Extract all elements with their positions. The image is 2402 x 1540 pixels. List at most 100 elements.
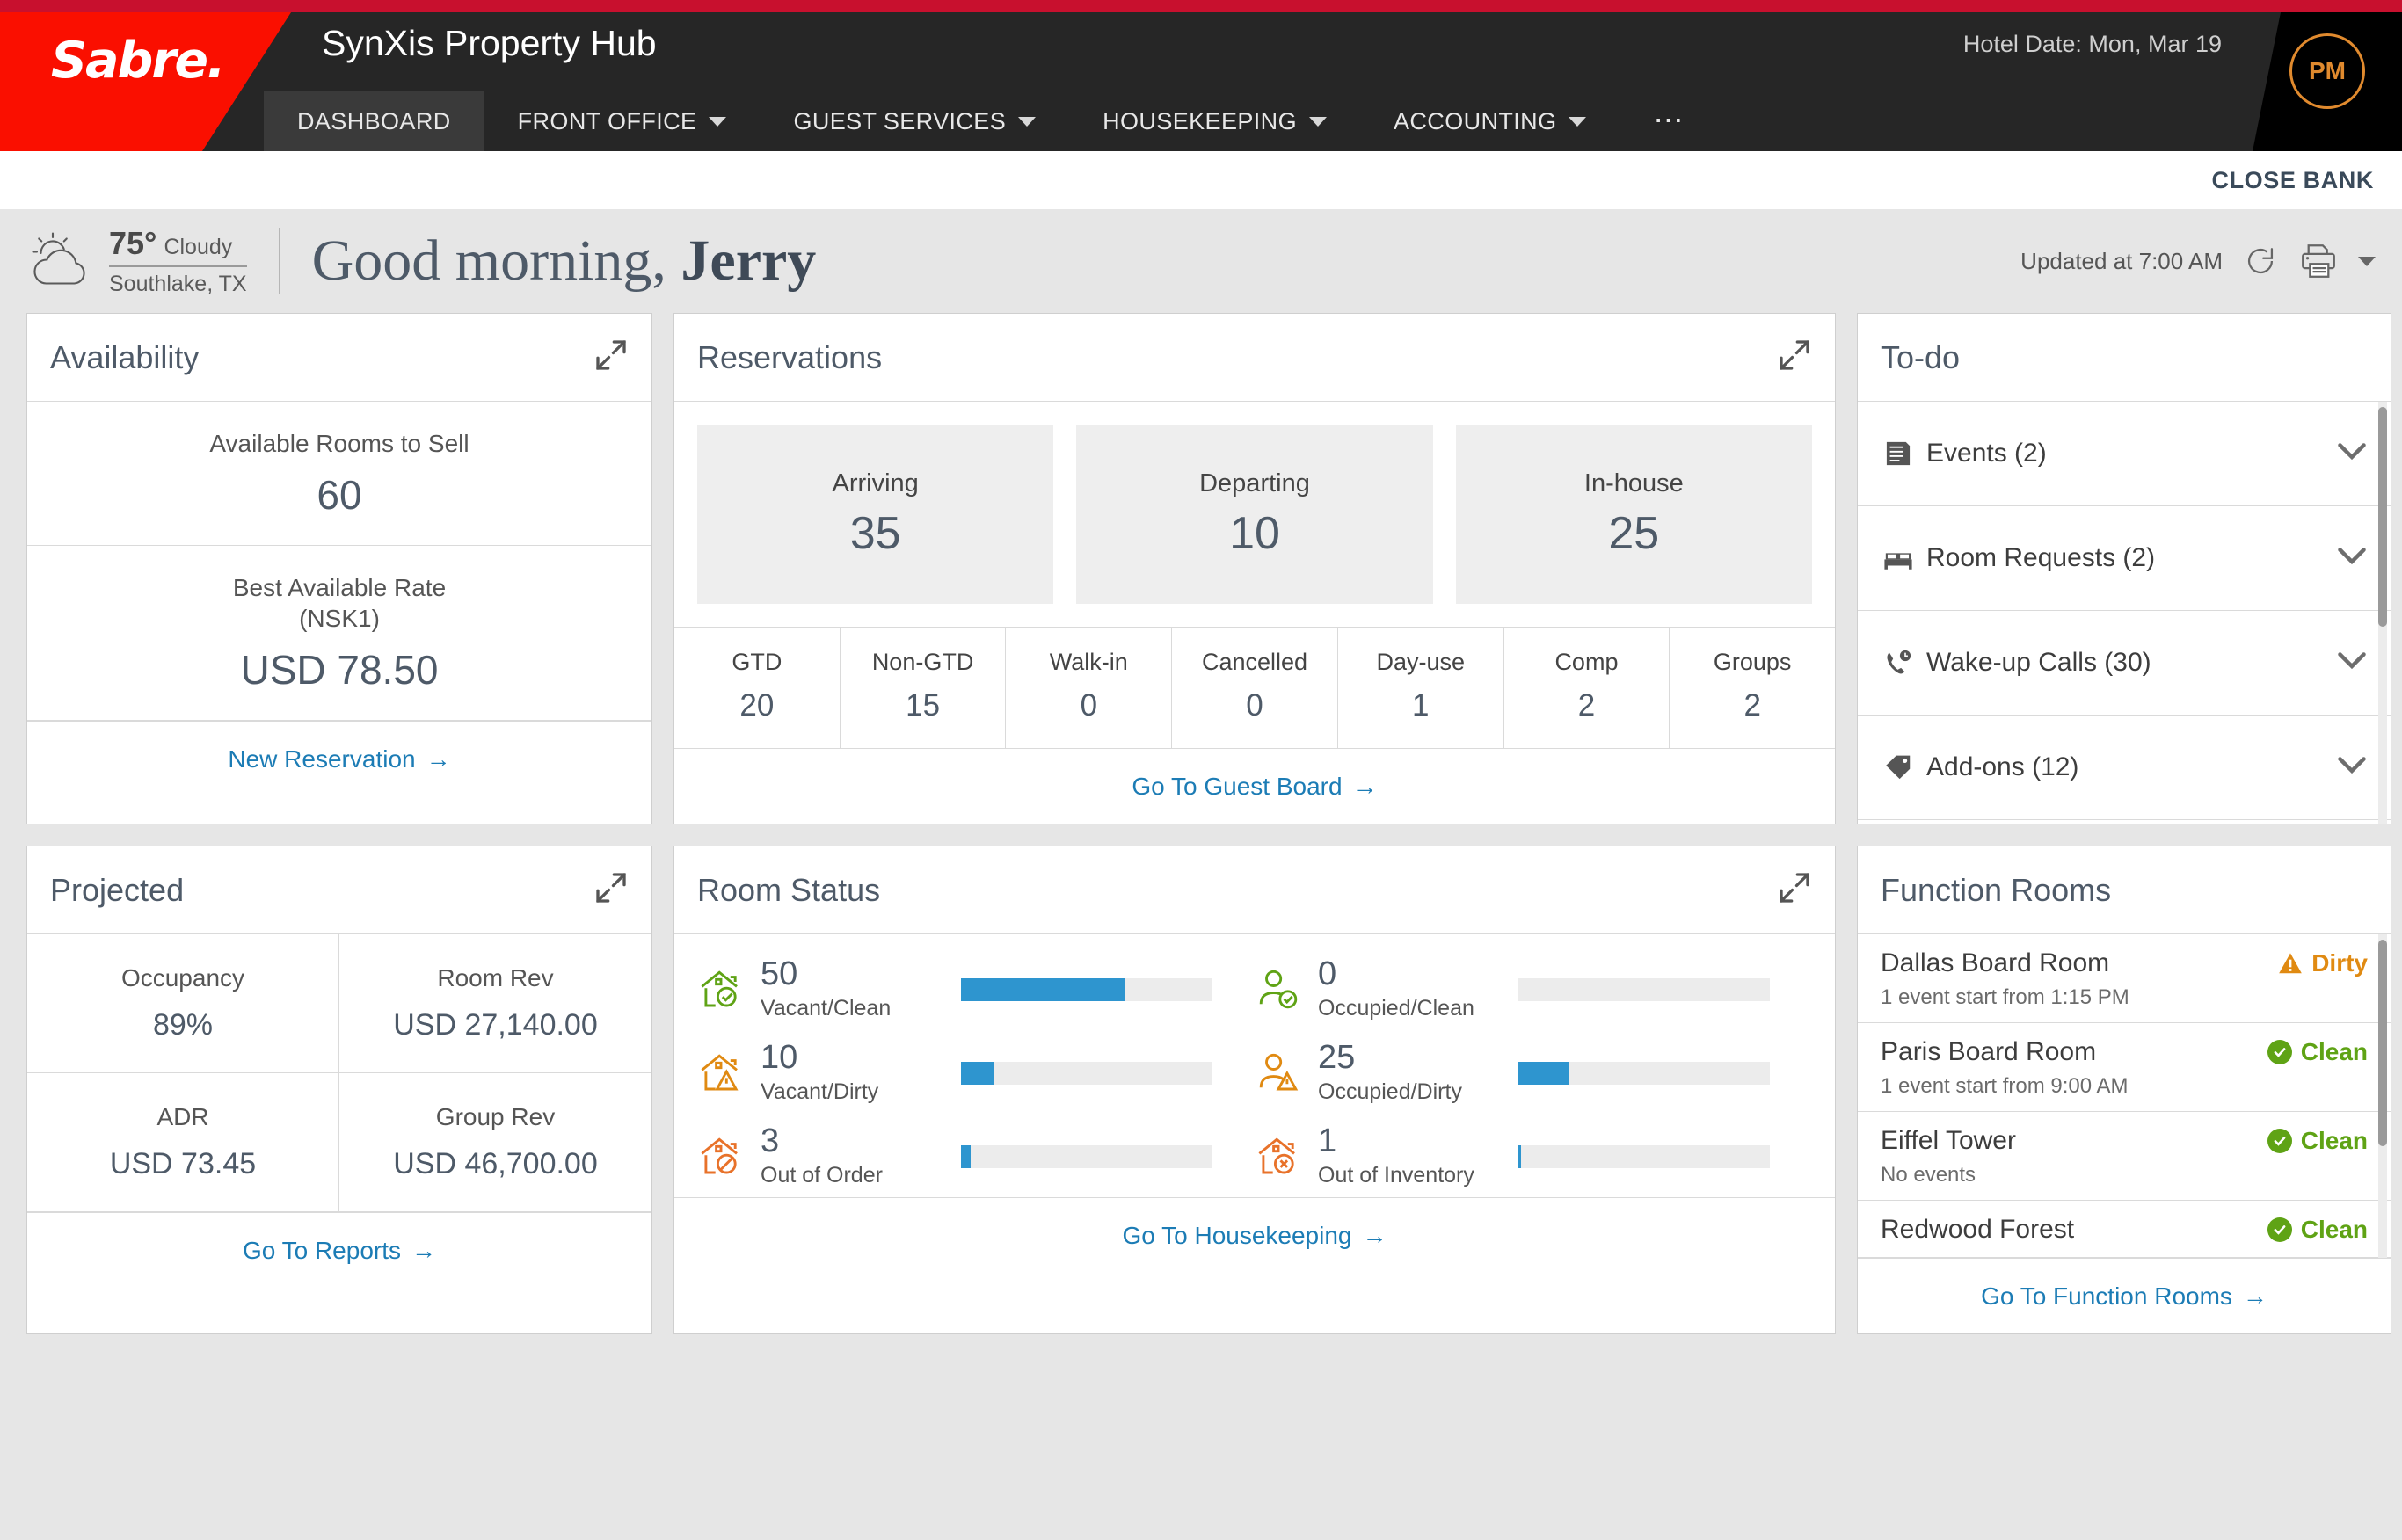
greeting-prefix: Good morning, (311, 229, 681, 293)
weather-condition: Cloudy (164, 235, 233, 259)
room-status-out-of-order[interactable]: 3 Out of Order (697, 1124, 1255, 1188)
agenda-list-icon (1881, 439, 1916, 468)
reservation-tiles: Arriving 35 Departing 10 In-house 25 (674, 402, 1835, 627)
progress-bar-fill (961, 1144, 972, 1168)
scrollbar-thumb[interactable] (2378, 407, 2387, 627)
progress-bar-track (961, 1144, 1212, 1168)
room-status-value: 0 (1318, 955, 1337, 992)
print-options-chevron-down-icon[interactable] (2358, 256, 2376, 266)
divider (278, 228, 280, 294)
guest-board-link[interactable]: Go To Guest Board → (674, 748, 1835, 824)
housekeeping-link[interactable]: Go To Housekeeping → (674, 1197, 1835, 1273)
tile-departing[interactable]: Departing 10 (1076, 425, 1433, 604)
status-badge: Clean (2267, 1127, 2368, 1155)
tile-value: 10 (1229, 507, 1280, 559)
stat-walk-in[interactable]: Walk-in 0 (1006, 628, 1173, 748)
progress-bar-track (961, 1061, 1212, 1085)
nav-item-accounting[interactable]: ACCOUNTING (1360, 91, 1620, 151)
room-status-card: Room Status 50 Vacant/Clean 0 Occupied/C… (673, 846, 1836, 1334)
tile-label: Arriving (832, 469, 919, 498)
nav-item-dashboard[interactable]: DASHBOARD (264, 91, 484, 151)
main-nav: DASHBOARD FRONT OFFICE GUEST SERVICES HO… (264, 91, 1719, 151)
tile-arriving[interactable]: Arriving 35 (697, 425, 1054, 604)
stat-day-use[interactable]: Day-use 1 (1338, 628, 1504, 748)
metric-value: USD 73.45 (109, 1147, 257, 1180)
status-label: Clean (2300, 1216, 2368, 1243)
house-check-icon (701, 970, 738, 1006)
metric-label: ADR (156, 1103, 209, 1130)
available-rooms-block: Available Rooms to Sell 60 (27, 402, 651, 546)
nav-item-overflow[interactable]: ⋯ (1620, 91, 1719, 151)
function-room-row[interactable]: Redwood Forest Clean (1858, 1201, 2391, 1258)
function-room-row[interactable]: Dallas Board Room Dirty 1 event start fr… (1858, 934, 2391, 1023)
print-button[interactable] (2298, 243, 2339, 280)
function-room-row[interactable]: Eiffel Tower Clean No events (1858, 1112, 2391, 1201)
metric-adr: ADR USD 73.45 (27, 1073, 339, 1212)
nav-item-guest-services[interactable]: GUEST SERVICES (760, 91, 1069, 151)
stat-label: Day-use (1376, 649, 1465, 675)
room-status-vacant-clean[interactable]: 50 Vacant/Clean (697, 957, 1255, 1021)
todo-item-events[interactable]: Events (2) (1858, 402, 2391, 506)
sabre-logo[interactable]: Sabre. (51, 32, 226, 90)
todo-item-wakeup-calls[interactable]: Wake-up Calls (30) (1858, 611, 2391, 716)
new-reservation-link[interactable]: New Reservation → (27, 721, 651, 796)
refresh-button[interactable] (2242, 243, 2279, 280)
tag-icon (1881, 754, 1916, 781)
card-title: Availability (50, 338, 200, 375)
progress-bar-track (1518, 977, 1770, 1001)
ellipsis-icon: ⋯ (1653, 104, 1686, 138)
nav-item-front-office[interactable]: FRONT OFFICE (484, 91, 761, 151)
chevron-down-icon[interactable] (2336, 441, 2368, 467)
expand-icon (1780, 873, 1809, 903)
best-rate-label: Best Available Rate (232, 574, 447, 601)
card-title: To-do (1881, 338, 1961, 375)
stat-cancelled[interactable]: Cancelled 0 (1172, 628, 1338, 748)
sun-behind-cloud-icon (32, 232, 85, 285)
bed-icon (1881, 545, 1916, 571)
chevron-down-icon[interactable] (2336, 650, 2368, 676)
stat-value: 15 (906, 688, 941, 723)
function-rooms-link[interactable]: Go To Function Rooms → (1858, 1258, 2391, 1333)
nav-label: DASHBOARD (297, 107, 451, 134)
avatar[interactable]: PM (2289, 33, 2365, 109)
close-bank-button[interactable]: CLOSE BANK (2211, 167, 2374, 194)
brand-red-strip (0, 0, 2402, 12)
room-status-label: Vacant/Clean (761, 996, 892, 1021)
chevron-down-icon (1308, 116, 1327, 127)
room-status-occupied-dirty[interactable]: 25 Occupied/Dirty (1255, 1041, 1812, 1105)
top-navigation-bar: Sabre. SynXis Property Hub Hotel Date: M… (0, 0, 2402, 151)
chevron-down-icon[interactable] (2336, 755, 2368, 781)
progress-bar-fill (961, 1061, 994, 1085)
nav-item-housekeeping[interactable]: HOUSEKEEPING (1069, 91, 1360, 151)
stat-value: 2 (1577, 688, 1596, 723)
chevron-down-icon (1569, 116, 1587, 127)
tile-in-house[interactable]: In-house 25 (1455, 425, 1812, 604)
room-status-occupied-clean[interactable]: 0 Occupied/Clean (1255, 957, 1812, 1021)
scrollbar-thumb[interactable] (2378, 940, 2387, 1146)
stat-value: 1 (1412, 688, 1430, 723)
function-room-row[interactable]: Paris Board Room Clean 1 event start fro… (1858, 1023, 2391, 1112)
expand-button[interactable] (1777, 338, 1812, 377)
weather-location: Southlake, TX (109, 272, 247, 296)
status-badge: Clean (2267, 1216, 2368, 1244)
room-status-label: Occupied/Dirty (1318, 1079, 1462, 1104)
chevron-down-icon[interactable] (2336, 546, 2368, 571)
todo-item-room-requests[interactable]: Room Requests (2) (1858, 506, 2391, 611)
function-room-subtitle: 1 event start from 9:00 AM (1881, 1074, 2129, 1098)
room-status-out-of-inventory[interactable]: 1 Out of Inventory (1255, 1124, 1812, 1188)
expand-button[interactable] (1777, 870, 1812, 910)
reports-link[interactable]: Go To Reports → (27, 1212, 651, 1288)
stat-groups[interactable]: Groups 2 (1670, 628, 1835, 748)
function-rooms-card-header: Function Rooms (1858, 846, 2391, 934)
room-status-value: 25 (1318, 1039, 1356, 1076)
stat-comp[interactable]: Comp 2 (1504, 628, 1670, 748)
expand-button[interactable] (593, 870, 629, 910)
stat-gtd[interactable]: GTD 20 (674, 628, 841, 748)
expand-button[interactable] (593, 338, 629, 377)
todo-item-add-ons[interactable]: Add-ons (12) (1858, 716, 2391, 820)
room-status-vacant-dirty[interactable]: 10 Vacant/Dirty (697, 1041, 1255, 1105)
check-circle-icon (2267, 1040, 2292, 1064)
stat-label: Non-GTD (871, 649, 974, 675)
stat-non-gtd[interactable]: Non-GTD 15 (841, 628, 1007, 748)
function-room-subtitle: No events (1881, 1163, 1976, 1187)
